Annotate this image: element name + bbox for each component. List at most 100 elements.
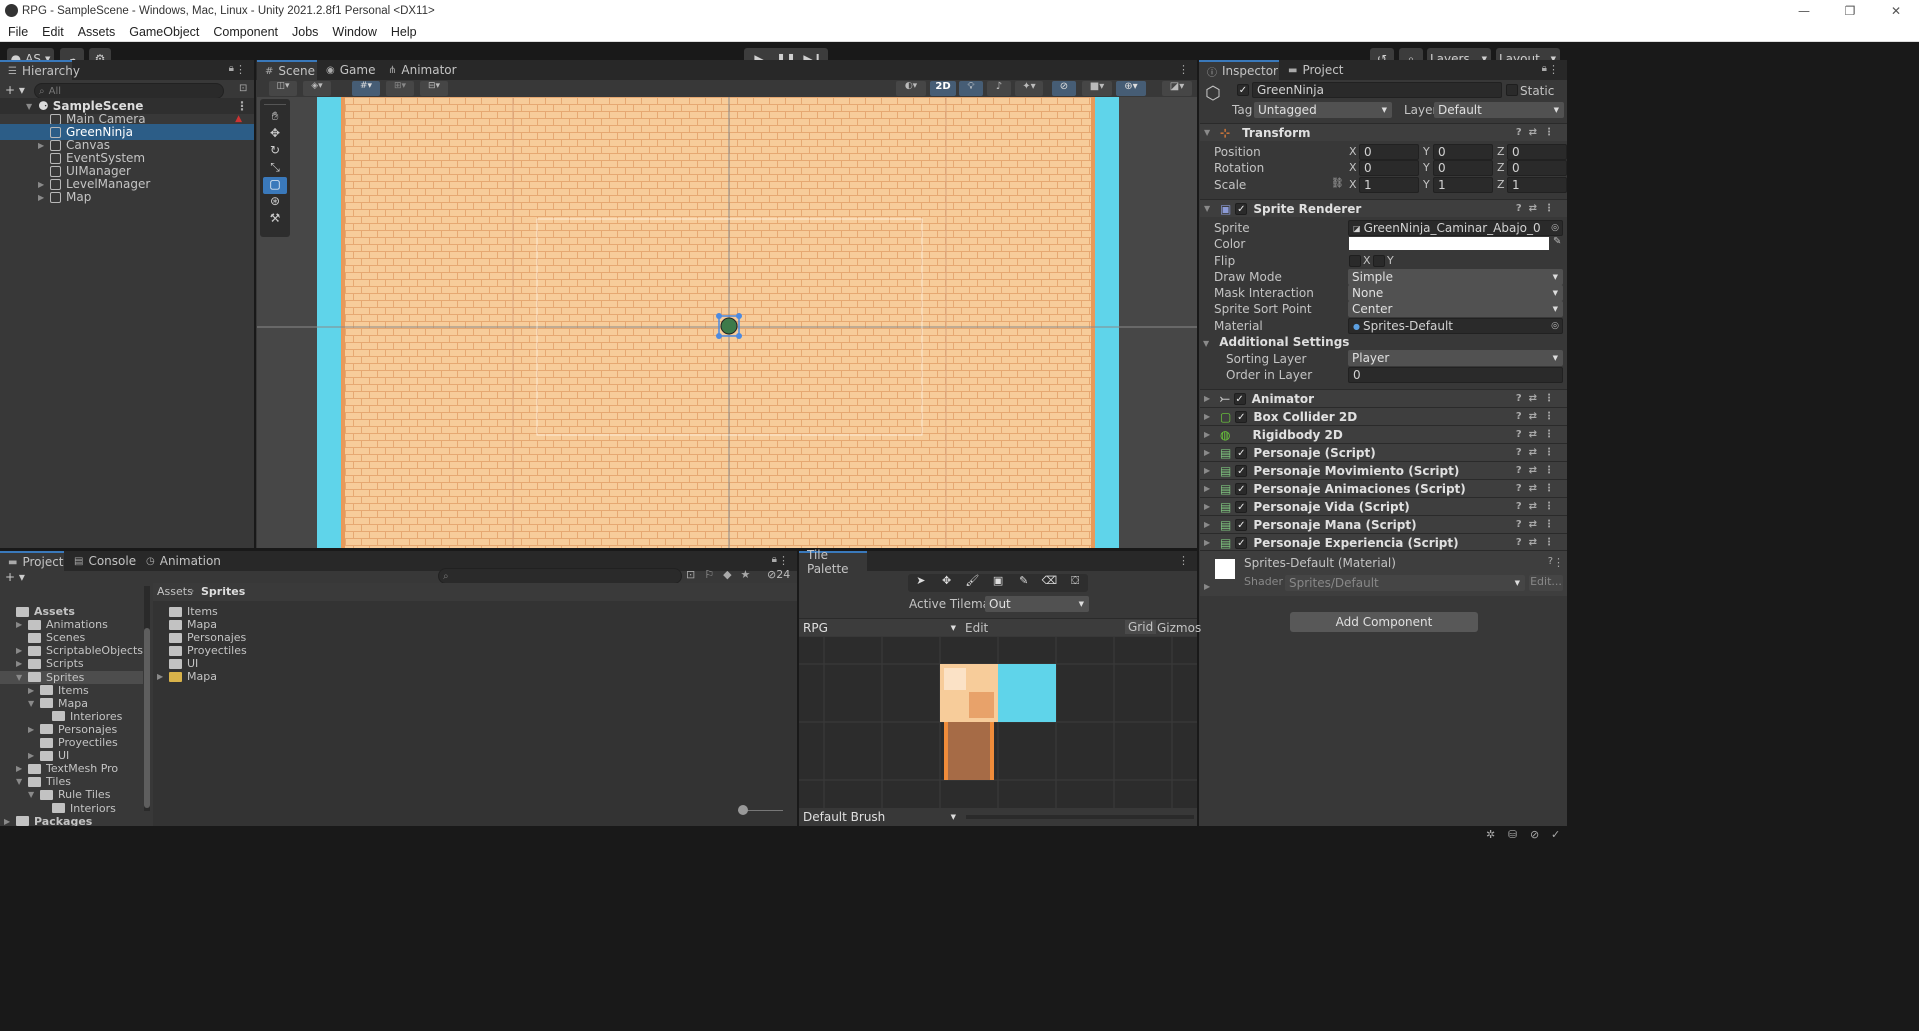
file-item[interactable]: Proyectiles xyxy=(157,644,247,657)
tab-scene[interactable]: # Scene xyxy=(257,60,317,80)
project-lock-icon[interactable]: 🔒︎ xyxy=(772,554,777,565)
component-enabled-checkbox[interactable]: ✓ xyxy=(1235,518,1248,531)
tab-inspector[interactable]: ⓘ Inspector xyxy=(1199,60,1279,80)
expand-arrow-icon[interactable]: ▶ xyxy=(1204,430,1216,439)
collapse-arrow-icon[interactable]: ▼ xyxy=(1204,204,1216,213)
create-asset-button[interactable]: + ▾ xyxy=(5,570,25,584)
component-header-icons[interactable]: ?⇄⋮ xyxy=(1516,501,1561,512)
object-picker-icon[interactable]: ◎ xyxy=(1551,223,1559,233)
file-item[interactable]: Mapa xyxy=(157,618,217,631)
lock-icon[interactable]: 🔒︎ xyxy=(229,63,234,74)
draw-mode-dropdown[interactable]: ◫▾ xyxy=(269,81,297,96)
position-y-field[interactable]: 0 xyxy=(1433,144,1493,160)
component-enabled-checkbox[interactable]: ✓ xyxy=(1235,410,1248,423)
sort-point-dropdown[interactable]: Center xyxy=(1348,301,1563,317)
scale-y-field[interactable]: 1 xyxy=(1433,177,1493,193)
active-checkbox[interactable]: ✓ xyxy=(1237,84,1249,96)
shader-edit-button[interactable]: Edit... xyxy=(1529,575,1563,591)
static-checkbox[interactable] xyxy=(1506,84,1518,96)
overlay-dropdown[interactable]: ◪▾ xyxy=(1162,81,1192,96)
maximize-button[interactable]: ❐ xyxy=(1827,0,1873,22)
scene-more-icon[interactable]: ⋮ xyxy=(1178,63,1189,76)
checkmark-icon[interactable]: ✓ xyxy=(1551,828,1560,841)
sprite-field[interactable]: ◪ GreenNinja_Caminar_Abajo_0 ◎ xyxy=(1348,220,1563,236)
2d-toggle-button[interactable]: 2D xyxy=(930,81,956,96)
transform-tool-icon[interactable]: ⊛ xyxy=(260,194,290,211)
expand-arrow-icon[interactable]: ▶ xyxy=(38,141,50,150)
expand-arrow-icon[interactable]: ▶ xyxy=(1204,538,1216,547)
component-header-icons[interactable]: ?⇄⋮ xyxy=(1516,519,1561,530)
palette-grid-toggle[interactable]: Grid xyxy=(1125,620,1157,634)
audio-toggle-icon[interactable]: ♪ xyxy=(987,81,1011,96)
align-dropdown[interactable]: ⊟▾ xyxy=(420,81,448,96)
tab-animator[interactable]: ⋔ Animator xyxy=(380,60,460,80)
component-header-icons[interactable]: ?⇄⋮ xyxy=(1516,411,1561,422)
scene-visibility-icon[interactable]: ⊡ xyxy=(239,83,247,94)
collapse-arrow-icon[interactable]: ▼ xyxy=(1204,128,1216,137)
scene-viewport[interactable]: ✋︎ ✥ ↻ ⤡ ▢ ⊛ ⚒ xyxy=(257,97,1197,548)
sprite-renderer-checkbox[interactable]: ✓ xyxy=(1235,202,1248,215)
select-tool-icon[interactable]: ➤ xyxy=(908,574,934,592)
tab-console[interactable]: ▤ Console xyxy=(66,551,136,571)
file-item[interactable]: UI xyxy=(157,657,198,670)
expand-arrow-icon[interactable]: ▶ xyxy=(16,659,28,668)
sorting-layer-dropdown[interactable]: Player xyxy=(1348,350,1563,366)
component-enabled-checkbox[interactable]: ✓ xyxy=(1235,464,1248,477)
expand-arrow-icon[interactable]: ▶ xyxy=(1204,448,1216,457)
paint-brush-icon[interactable]: 🖌︎ xyxy=(959,574,985,592)
hidden-packages-count[interactable]: ⊘24 xyxy=(767,568,790,581)
breadcrumb-assets[interactable]: Assets xyxy=(157,585,193,598)
close-button[interactable]: ✕ xyxy=(1873,0,1919,22)
component-header-icons[interactable]: ?⇄⋮ xyxy=(1516,429,1561,440)
shading-dropdown[interactable]: ◐▾ xyxy=(896,81,926,96)
menu-file[interactable]: File xyxy=(0,25,34,39)
component-header[interactable]: ▶ ▢ ✓ Box Collider 2D ?⇄⋮ xyxy=(1200,407,1567,425)
position-x-field[interactable]: 0 xyxy=(1359,144,1419,160)
tab-project-inspector[interactable]: ▬ Project xyxy=(1280,60,1350,80)
tab-project[interactable]: ▬ Project xyxy=(0,551,64,571)
position-z-field[interactable]: 0 xyxy=(1507,144,1567,160)
flip-x-checkbox[interactable] xyxy=(1349,255,1361,267)
project-search-input[interactable]: ⌕ xyxy=(438,568,682,584)
lighting-toggle-icon[interactable]: 💡︎ xyxy=(959,81,983,96)
expand-arrow-icon[interactable]: ▶ xyxy=(28,686,40,695)
expand-arrow-icon[interactable]: ▶ xyxy=(1204,394,1216,403)
component-enabled-checkbox[interactable]: ✓ xyxy=(1235,536,1248,549)
more-icon[interactable]: ⋮ xyxy=(1553,556,1564,569)
tree-item[interactable]: Proyectiles xyxy=(0,736,143,749)
menu-edit[interactable]: Edit xyxy=(34,25,70,39)
move-tool-icon[interactable]: ✥ xyxy=(934,574,960,592)
component-header-icons[interactable]: ?⇄⋮ xyxy=(1516,203,1561,214)
layer-dropdown[interactable]: Default xyxy=(1434,102,1564,118)
tree-item[interactable]: ▼ Mapa xyxy=(0,697,143,710)
expand-arrow-icon[interactable]: ▶ xyxy=(28,751,40,760)
grid-snap-dropdown[interactable]: #▾ xyxy=(352,81,380,96)
cache-icon[interactable]: ⛁ xyxy=(1508,828,1517,841)
rotation-x-field[interactable]: 0 xyxy=(1359,160,1419,176)
hierarchy-search-input[interactable]: ⌕ All xyxy=(34,83,224,99)
eyedropper-icon[interactable]: ✎ xyxy=(1553,236,1561,247)
component-header[interactable]: ▶ ⤚ ✓ Animator ?⇄⋮ xyxy=(1200,389,1567,407)
object-picker-icon[interactable]: ◎ xyxy=(1551,321,1559,331)
tree-item[interactable]: ▼ Tiles xyxy=(0,775,143,788)
expand-arrow-icon[interactable]: ▶ xyxy=(1204,412,1216,421)
tree-scrollbar[interactable] xyxy=(144,586,150,811)
rotation-y-field[interactable]: 0 xyxy=(1433,160,1493,176)
component-header-icons[interactable]: ?⇄⋮ xyxy=(1516,465,1561,476)
tree-item[interactable]: ▶ Scripts xyxy=(0,657,143,670)
palette-edit-button[interactable]: Edit xyxy=(965,621,988,635)
expand-arrow-icon[interactable]: ▶ xyxy=(28,725,40,734)
tree-item[interactable]: ▶ Personajes xyxy=(0,723,143,736)
tree-item[interactable]: Interiores xyxy=(0,710,143,723)
tree-item[interactable]: ▼ Rule Tiles xyxy=(0,788,143,801)
expand-arrow-icon[interactable]: ▼ xyxy=(16,673,28,682)
expand-arrow-icon[interactable]: ▶ xyxy=(1204,484,1216,493)
rotate-tool-icon[interactable]: ↻ xyxy=(260,143,290,160)
tree-item[interactable]: ▶ ScriptableObjects xyxy=(0,644,143,657)
brush-dropdown[interactable]: Default Brush xyxy=(799,809,961,825)
component-enabled-checkbox[interactable]: ✓ xyxy=(1235,482,1248,495)
palette-gizmos-toggle[interactable]: Gizmos xyxy=(1157,621,1201,635)
component-enabled-checkbox[interactable]: ✓ xyxy=(1235,500,1248,513)
icon-size-slider-thumb[interactable] xyxy=(738,805,748,815)
tree-item[interactable]: ▼ Sprites xyxy=(0,670,143,684)
